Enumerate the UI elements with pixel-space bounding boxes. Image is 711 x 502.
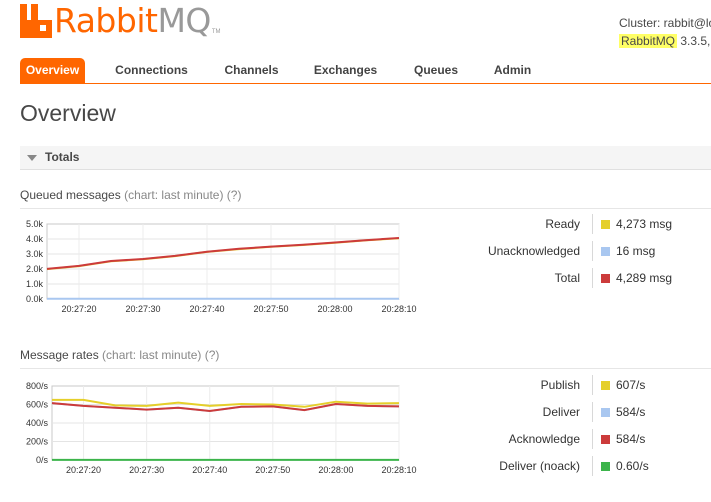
- rabbit-logo-icon: [20, 4, 52, 38]
- version-info: RabbitMQ 3.3.5,: [619, 34, 710, 48]
- queued-chart-hint: (chart: last minute): [124, 188, 224, 202]
- legend-ready-value: 4,273 msg: [616, 217, 673, 231]
- page-title: Overview: [20, 100, 116, 126]
- legend-divider: [592, 456, 593, 476]
- y-tick-label: 400/s: [26, 418, 49, 428]
- queued-help-link[interactable]: (?): [227, 188, 242, 202]
- legend-deliver-swatch: [601, 408, 610, 417]
- rabbitmq-logo[interactable]: RabbitMQ TM: [20, 3, 221, 39]
- legend-total-value: 4,289 msg: [616, 271, 673, 285]
- legend-total-swatch: [601, 274, 610, 283]
- legend-unacknowledged-swatch: [601, 247, 610, 256]
- x-tick-label: 20:27:40: [192, 465, 227, 475]
- x-tick-label: 20:27:50: [255, 465, 290, 475]
- y-tick-label: 1.0k: [26, 279, 44, 289]
- totals-label: Totals: [45, 150, 80, 164]
- legend-unacknowledged-label: Unacknowledged: [487, 244, 580, 258]
- x-tick-label: 20:27:50: [253, 304, 288, 314]
- series-line-ready: [46, 237, 400, 271]
- logo-word-mq: MQ: [157, 1, 211, 40]
- x-tick-label: 20:27:20: [66, 465, 101, 475]
- tab-queues[interactable]: Queues: [405, 58, 467, 83]
- queued-messages-heading: Queued messages (chart: last minute) (?): [20, 188, 711, 209]
- x-tick-label: 20:27:30: [129, 465, 164, 475]
- legend-divider: [592, 214, 593, 234]
- legend-publish-value: 607/s: [616, 378, 646, 392]
- legend-divider: [592, 268, 593, 288]
- x-tick-label: 20:28:00: [318, 465, 353, 475]
- version-number: 3.3.5,: [677, 34, 711, 48]
- logo-trademark: TM: [211, 29, 221, 35]
- x-tick-label: 20:28:10: [381, 304, 416, 314]
- y-tick-label: 2.0k: [26, 264, 44, 274]
- totals-section-header[interactable]: Totals: [20, 146, 711, 170]
- legend-deliver-value: 584/s: [616, 405, 646, 419]
- legend-total-label: Total: [554, 271, 580, 285]
- y-tick-label: 3.0k: [26, 249, 44, 259]
- series-line-publish: [52, 398, 400, 408]
- message-rates-title: Message rates: [20, 348, 99, 362]
- tab-exchanges[interactable]: Exchanges: [305, 58, 386, 83]
- series-line-total: [46, 237, 400, 270]
- legend-acknowledge-value: 584/s: [616, 432, 646, 446]
- legend-deliver-noack-value: 0.60/s: [616, 459, 649, 473]
- logo-word-rabbit: Rabbit: [54, 1, 158, 40]
- product-name: RabbitMQ: [619, 34, 678, 48]
- logo-wordmark: RabbitMQ: [54, 4, 211, 38]
- x-tick-label: 20:28:00: [317, 304, 352, 314]
- x-tick-label: 20:27:20: [61, 304, 96, 314]
- chart-frame: [51, 385, 400, 461]
- legend-acknowledge-label: Acknowledge: [508, 432, 580, 446]
- y-tick-label: 4.0k: [26, 234, 44, 244]
- y-tick-label: 800/s: [26, 381, 49, 391]
- legend-divider: [592, 241, 593, 261]
- cluster-name: Cluster: rabbit@lo: [619, 16, 711, 30]
- y-tick-label: 0.0k: [26, 294, 44, 304]
- y-tick-label: 5.0k: [26, 219, 44, 229]
- queued-messages-title: Queued messages: [20, 188, 121, 202]
- legend-deliver-noack-swatch: [601, 462, 610, 471]
- collapse-arrow-icon: [27, 155, 37, 161]
- y-tick-label: 0/s: [36, 455, 49, 465]
- legend-deliver-noack-label: Deliver (noack): [499, 459, 580, 473]
- tab-overview[interactable]: Overview: [20, 58, 85, 83]
- legend-publish-swatch: [601, 381, 610, 390]
- tab-connections[interactable]: Connections: [105, 58, 198, 83]
- y-tick-label: 200/s: [26, 437, 49, 447]
- x-tick-label: 20:27:30: [125, 304, 160, 314]
- main-nav: Overview Connections Channels Exchanges …: [20, 58, 711, 84]
- chart-frame: [46, 223, 400, 300]
- series-line-deliver: [51, 402, 400, 413]
- message-rates-heading: Message rates (chart: last minute) (?): [20, 348, 711, 369]
- legend-ready-label: Ready: [545, 217, 580, 231]
- series-line-acknowledge: [51, 402, 400, 413]
- legend-divider: [592, 402, 593, 422]
- x-tick-label: 20:27:40: [189, 304, 224, 314]
- legend-unacknowledged-value: 16 msg: [616, 244, 656, 258]
- legend-publish-label: Publish: [540, 378, 580, 392]
- legend-deliver-label: Deliver: [542, 405, 580, 419]
- legend-acknowledge-swatch: [601, 435, 610, 444]
- rates-chart-hint: (chart: last minute): [102, 348, 202, 362]
- rates-help-link[interactable]: (?): [205, 348, 220, 362]
- tab-admin[interactable]: Admin: [485, 58, 540, 83]
- legend-divider: [592, 375, 593, 395]
- legend-ready-swatch: [601, 220, 610, 229]
- legend-divider: [592, 429, 593, 449]
- y-tick-label: 600/s: [26, 400, 49, 410]
- tab-channels[interactable]: Channels: [213, 58, 290, 83]
